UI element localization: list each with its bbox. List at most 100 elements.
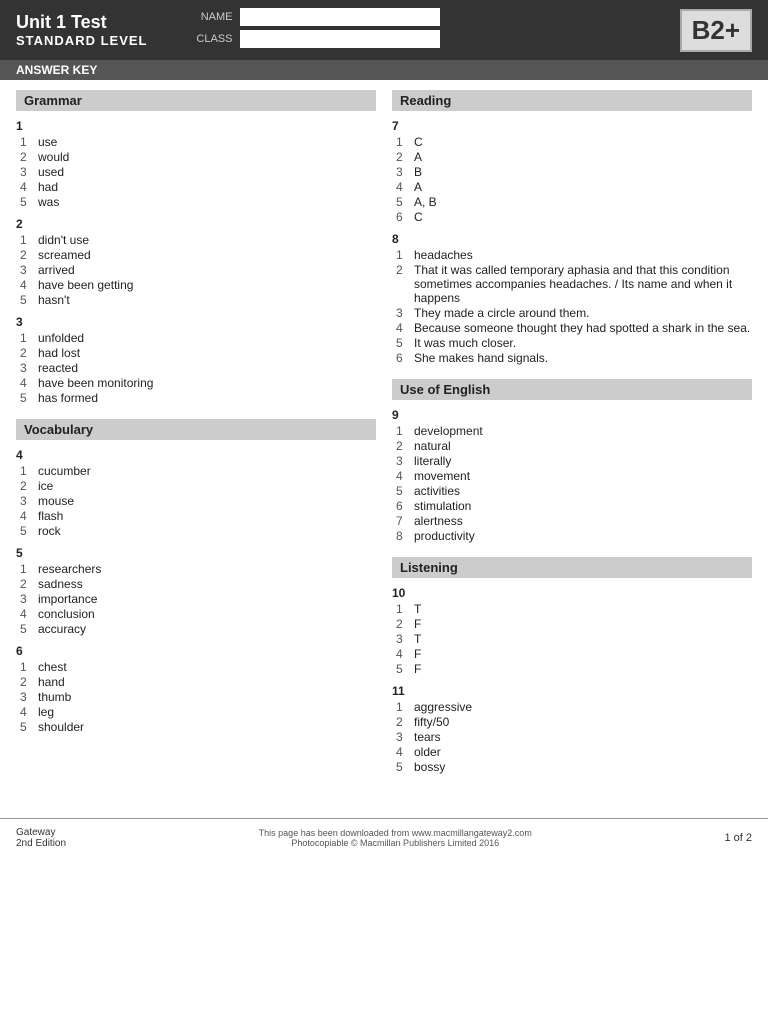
- footer-line1: This page has been downloaded from www.m…: [259, 828, 532, 838]
- answer-item-text: had: [38, 180, 58, 194]
- class-input[interactable]: [240, 30, 440, 48]
- vocabulary-groups: 41cucumber2ice3mouse4flash5rock51researc…: [16, 448, 376, 734]
- answer-item-num: 6: [396, 499, 408, 513]
- answer-item-num: 4: [20, 180, 32, 194]
- answer-item-text: Because someone thought they had spotted…: [414, 321, 750, 335]
- answer-item-text: That it was called temporary aphasia and…: [414, 263, 752, 305]
- answer-item: 5F: [392, 662, 752, 676]
- answer-item-num: 3: [396, 306, 408, 320]
- answer-item-num: 5: [20, 622, 32, 636]
- answer-item-text: used: [38, 165, 64, 179]
- answer-item-num: 3: [20, 263, 32, 277]
- answer-item: 3reacted: [16, 361, 376, 375]
- answer-item-text: natural: [414, 439, 451, 453]
- answer-item: 3thumb: [16, 690, 376, 704]
- answer-item: 5was: [16, 195, 376, 209]
- answer-item-num: 4: [396, 180, 408, 194]
- answer-item-text: didn't use: [38, 233, 89, 247]
- answer-item-num: 3: [20, 690, 32, 704]
- answer-item: 2had lost: [16, 346, 376, 360]
- answer-item-text: have been getting: [38, 278, 133, 292]
- answer-item-text: screamed: [38, 248, 91, 262]
- answer-item-num: 1: [20, 464, 32, 478]
- answer-key-bar: ANSWER KEY: [0, 60, 768, 80]
- answer-item-num: 1: [20, 135, 32, 149]
- answer-item-text: literally: [414, 454, 451, 468]
- answer-item: 5accuracy: [16, 622, 376, 636]
- logo-sub: 2nd Edition: [16, 838, 66, 849]
- answer-item: 1aggressive: [392, 700, 752, 714]
- answer-item: 1development: [392, 424, 752, 438]
- vocabulary-header: Vocabulary: [16, 419, 376, 440]
- answer-item: 4movement: [392, 469, 752, 483]
- answer-item-text: shoulder: [38, 720, 84, 734]
- answer-item: 4A: [392, 180, 752, 194]
- use-of-english-header: Use of English: [392, 379, 752, 400]
- answer-item-num: 4: [396, 647, 408, 661]
- reading-header: Reading: [392, 90, 752, 111]
- answer-item-text: A: [414, 150, 422, 164]
- answer-item: 1headaches: [392, 248, 752, 262]
- question-number: 1: [16, 119, 376, 133]
- name-input[interactable]: [240, 8, 440, 26]
- answer-item-num: 2: [396, 439, 408, 453]
- answer-item-num: 1: [20, 660, 32, 674]
- answer-item-text: tears: [414, 730, 441, 744]
- answer-item: 3 importance: [16, 592, 376, 606]
- answer-item: 1T: [392, 602, 752, 616]
- footer-page: 1 of 2: [724, 832, 752, 844]
- question-number: 3: [16, 315, 376, 329]
- answer-item-text: F: [414, 647, 421, 661]
- answer-item: 6C: [392, 210, 752, 224]
- answer-item: 5rock: [16, 524, 376, 538]
- answer-item-num: 2: [396, 617, 408, 631]
- answer-item-text: A: [414, 180, 422, 194]
- answer-item-num: 3: [396, 454, 408, 468]
- answer-item-num: 1: [20, 562, 32, 576]
- answer-item: 8productivity: [392, 529, 752, 543]
- answer-item-text: importance: [38, 592, 97, 606]
- answer-item-text: fifty/50: [414, 715, 449, 729]
- answer-item-text: She makes hand signals.: [414, 351, 548, 365]
- answer-item-text: T: [414, 632, 421, 646]
- answer-item-num: 2: [396, 150, 408, 164]
- answer-item: 5has formed: [16, 391, 376, 405]
- answer-item: 2sadness: [16, 577, 376, 591]
- answer-item-text: mouse: [38, 494, 74, 508]
- answer-item: 3mouse: [16, 494, 376, 508]
- answer-item-text: arrived: [38, 263, 75, 277]
- name-row: NAME: [187, 8, 639, 26]
- answer-item: 2ice: [16, 479, 376, 493]
- answer-item: 3They made a circle around them.: [392, 306, 752, 320]
- level-badge: B2+: [680, 9, 752, 52]
- answer-item: 4flash: [16, 509, 376, 523]
- answer-item-text: B: [414, 165, 422, 179]
- main-content: Grammar 11use2would3used4had5was21didn't…: [0, 80, 768, 798]
- answer-item-num: 1: [396, 248, 408, 262]
- answer-item-num: 1: [396, 424, 408, 438]
- answer-item-text: C: [414, 135, 423, 149]
- answer-item-num: 2: [20, 150, 32, 164]
- answer-item-num: 4: [20, 509, 32, 523]
- question-number: 7: [392, 119, 752, 133]
- answer-item: 6stimulation: [392, 499, 752, 513]
- answer-item: 4conclusion: [16, 607, 376, 621]
- question-number: 8: [392, 232, 752, 246]
- answer-item: 5bossy: [392, 760, 752, 774]
- answer-item-num: 7: [396, 514, 408, 528]
- answer-item: 3tears: [392, 730, 752, 744]
- question-number: 11: [392, 684, 752, 698]
- answer-item-num: 2: [20, 248, 32, 262]
- answer-item-num: 5: [20, 195, 32, 209]
- answer-item: 4have been monitoring: [16, 376, 376, 390]
- header-fields: NAME CLASS: [187, 8, 639, 52]
- name-label: NAME: [187, 11, 232, 23]
- answer-item-text: hand: [38, 675, 65, 689]
- answer-item-num: 3: [20, 592, 32, 606]
- answer-item-num: 1: [396, 135, 408, 149]
- right-column: Reading 71C2A3B4A5A, B6C81headaches2That…: [392, 90, 752, 788]
- answer-item: 5A, B: [392, 195, 752, 209]
- answer-item-num: 3: [396, 632, 408, 646]
- answer-item: 2 natural: [392, 439, 752, 453]
- answer-item-text: researchers: [38, 562, 101, 576]
